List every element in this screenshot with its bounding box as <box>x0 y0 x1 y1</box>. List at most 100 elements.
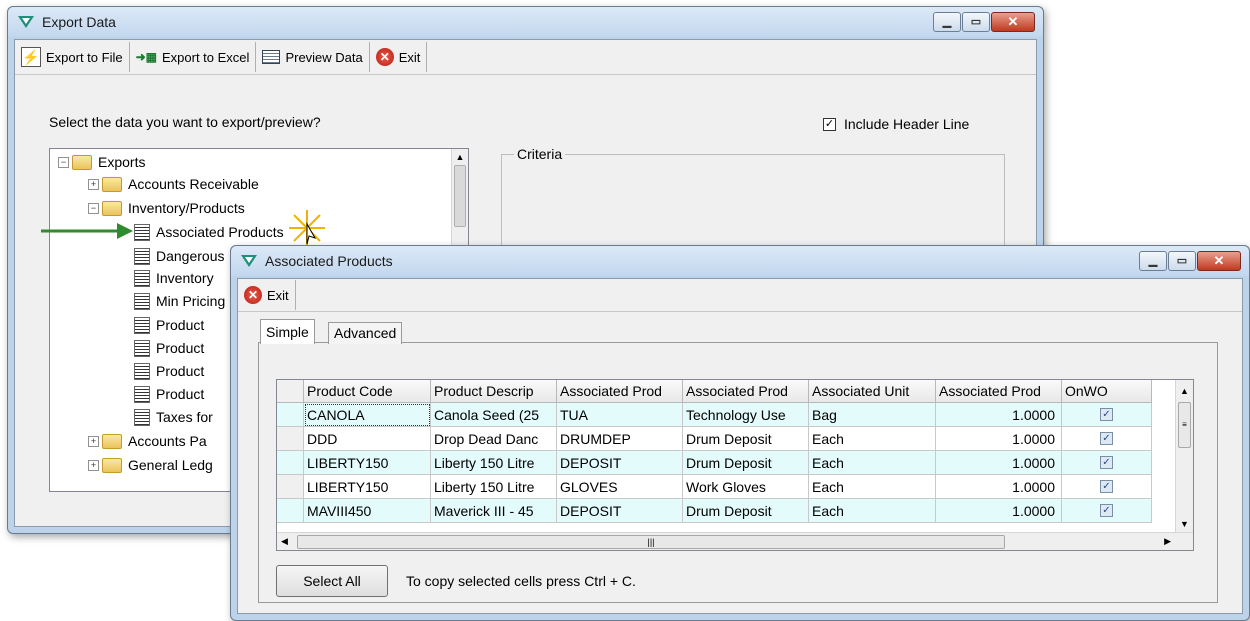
cell[interactable]: LIBERTY150 <box>303 450 431 475</box>
tree-item[interactable]: Min Pricing <box>134 290 225 312</box>
cell[interactable]: 1.0000 <box>935 474 1062 499</box>
tree-label: Accounts Pa <box>128 433 207 449</box>
grid-horizontal-scrollbar[interactable]: ◀ ||| ▶ <box>277 532 1193 550</box>
exit-button[interactable]: ✕ Exit <box>370 42 428 72</box>
tree-item[interactable]: Product <box>134 383 204 405</box>
tree-node-inventory-products[interactable]: − Inventory/Products <box>88 197 245 219</box>
cell[interactable]: Each <box>808 450 936 475</box>
cell[interactable]: Each <box>808 426 936 451</box>
tree-item[interactable]: Product <box>134 337 204 359</box>
tree-item[interactable]: Product <box>134 360 204 382</box>
cell[interactable]: Each <box>808 498 936 523</box>
close-button[interactable]: ✕ <box>991 12 1035 32</box>
cell[interactable]: Canola Seed (25 <box>430 402 557 427</box>
tree-item[interactable]: Taxes for <box>134 406 213 428</box>
tab-advanced[interactable]: Advanced <box>328 322 403 344</box>
grid-vertical-scrollbar[interactable]: ▲ ≡ ▼ <box>1175 380 1193 533</box>
cell[interactable]: Drum Deposit <box>682 498 809 523</box>
cell[interactable]: DEPOSIT <box>556 450 683 475</box>
cell[interactable]: DEPOSIT <box>556 498 683 523</box>
cell[interactable]: 1.0000 <box>935 402 1062 427</box>
export-to-excel-button[interactable]: ➜▦ Export to Excel <box>130 42 257 72</box>
tree-node-general-ledger[interactable]: + General Ledg <box>88 454 213 476</box>
select-all-button[interactable]: Select All <box>276 565 388 597</box>
tree-item[interactable]: Dangerous <box>134 245 225 267</box>
tab-simple[interactable]: Simple <box>260 319 315 344</box>
row-header[interactable] <box>277 474 304 499</box>
cell[interactable]: GLOVES <box>556 474 683 499</box>
column-header[interactable]: Associated Prod <box>682 380 809 403</box>
cell[interactable]: Drop Dead Danc <box>430 426 557 451</box>
preview-data-button[interactable]: Preview Data <box>256 42 370 72</box>
cell[interactable]: MAVIII450 <box>303 498 431 523</box>
table-row[interactable]: MAVIII450 Maverick III - 45 DEPOSIT Drum… <box>277 498 1152 523</box>
cell[interactable]: Work Gloves <box>682 474 809 499</box>
table-row[interactable]: DDD Drop Dead Danc DRUMDEP Drum Deposit … <box>277 426 1152 451</box>
minimize-button[interactable]: ▁ <box>1139 251 1167 271</box>
scroll-thumb[interactable]: ≡ <box>1178 402 1191 448</box>
row-header[interactable] <box>277 426 304 451</box>
table-icon <box>134 316 150 334</box>
close-button[interactable]: ✕ <box>1197 251 1241 271</box>
cell[interactable]: DRUMDEP <box>556 426 683 451</box>
cell[interactable]: 1.0000 <box>935 498 1062 523</box>
tree-item[interactable]: Inventory <box>134 267 214 289</box>
exit-button[interactable]: ✕ Exit <box>238 280 296 310</box>
cell[interactable]: DDD <box>303 426 431 451</box>
scroll-up-arrow-icon[interactable]: ▲ <box>452 149 468 165</box>
scroll-thumb[interactable] <box>454 165 466 227</box>
scroll-thumb[interactable]: ||| <box>297 535 1005 549</box>
cell[interactable]: Liberty 150 Litre <box>430 450 557 475</box>
column-header[interactable]: Product Code <box>303 380 431 403</box>
cell[interactable]: Each <box>808 474 936 499</box>
column-header[interactable]: Product Descrip <box>430 380 557 403</box>
cell[interactable]: TUA <box>556 402 683 427</box>
cell[interactable]: Bag <box>808 402 936 427</box>
assoc-titlebar[interactable]: Associated Products ▁ ▭ ✕ <box>231 246 1249 276</box>
include-header-checkbox[interactable]: ✓ Include Header Line <box>823 116 969 132</box>
cell-checkbox[interactable]: ✓ <box>1061 498 1152 523</box>
maximize-button[interactable]: ▭ <box>1168 251 1196 271</box>
cell[interactable]: Drum Deposit <box>682 450 809 475</box>
row-header[interactable] <box>277 498 304 523</box>
table-row[interactable]: CANOLA Canola Seed (25 TUA Technology Us… <box>277 402 1152 427</box>
tree-label: Taxes for <box>156 409 213 425</box>
cell[interactable]: Maverick III - 45 <box>430 498 557 523</box>
tree-node-accounts-payable[interactable]: + Accounts Pa <box>88 430 207 452</box>
include-header-label: Include Header Line <box>844 116 970 132</box>
tree-item-associated-products[interactable]: Associated Products <box>134 221 284 243</box>
exit-icon: ✕ <box>375 48 394 66</box>
tree-item[interactable]: Product <box>134 314 204 336</box>
scroll-down-arrow-icon[interactable]: ▼ <box>1176 515 1193 533</box>
export-to-file-button[interactable]: ⚡ Export to File <box>15 42 130 72</box>
column-header[interactable]: Associated Unit <box>808 380 936 403</box>
tree-node-accounts-receivable[interactable]: + Accounts Receivable <box>88 173 259 195</box>
tree-node-exports[interactable]: − Exports <box>58 151 145 173</box>
cell-checkbox[interactable]: ✓ <box>1061 426 1152 451</box>
scroll-up-arrow-icon[interactable]: ▲ <box>1176 380 1193 402</box>
cell[interactable]: LIBERTY150 <box>303 474 431 499</box>
cell-checkbox[interactable]: ✓ <box>1061 402 1152 427</box>
cell[interactable]: Technology Use <box>682 402 809 427</box>
row-header[interactable] <box>277 402 304 427</box>
column-header[interactable]: Associated Prod <box>556 380 683 403</box>
export-titlebar[interactable]: Export Data ▁ ▭ ✕ <box>8 7 1043 37</box>
cell[interactable]: Liberty 150 Litre <box>430 474 557 499</box>
scroll-left-arrow-icon[interactable]: ◀ <box>281 533 288 550</box>
cell-checkbox[interactable]: ✓ <box>1061 474 1152 499</box>
table-row[interactable]: LIBERTY150 Liberty 150 Litre GLOVES Work… <box>277 474 1152 499</box>
row-header[interactable] <box>277 450 304 475</box>
scroll-right-arrow-icon[interactable]: ▶ <box>1164 533 1171 550</box>
folder-icon <box>102 176 122 192</box>
maximize-button[interactable]: ▭ <box>962 12 990 32</box>
column-header[interactable]: Associated Prod <box>935 380 1062 403</box>
checkbox-checked-icon: ✓ <box>1100 504 1113 517</box>
cell[interactable]: Drum Deposit <box>682 426 809 451</box>
column-header[interactable]: OnWO <box>1061 380 1152 403</box>
minimize-button[interactable]: ▁ <box>933 12 961 32</box>
cell-checkbox[interactable]: ✓ <box>1061 450 1152 475</box>
cell[interactable]: CANOLA <box>303 402 431 427</box>
cell[interactable]: 1.0000 <box>935 450 1062 475</box>
table-row[interactable]: LIBERTY150 Liberty 150 Litre DEPOSIT Dru… <box>277 450 1152 475</box>
cell[interactable]: 1.0000 <box>935 426 1062 451</box>
